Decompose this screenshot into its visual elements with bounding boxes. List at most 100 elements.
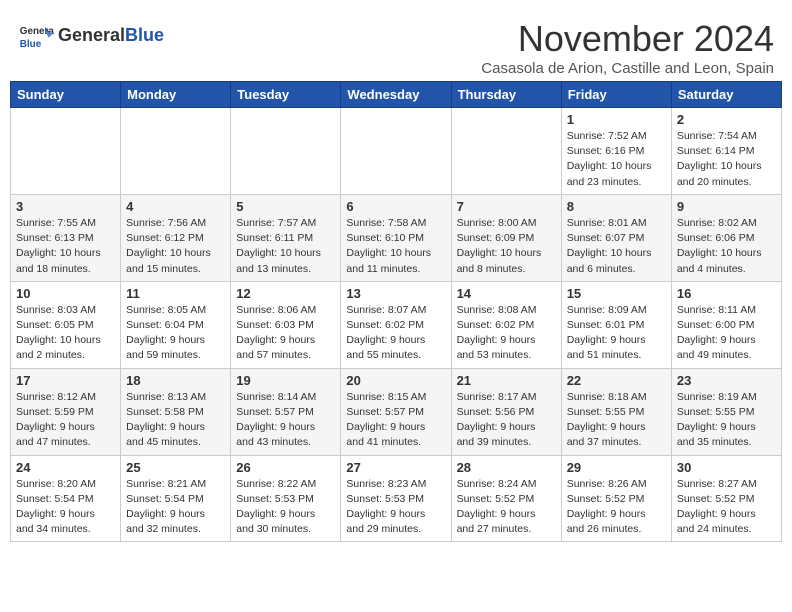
day-info: Sunrise: 8:00 AM Sunset: 6:09 PM Dayligh… — [457, 216, 556, 277]
calendar-cell: 10 Sunrise: 8:03 AM Sunset: 6:05 PM Dayli… — [11, 281, 121, 368]
column-header-thursday: Thursday — [451, 82, 561, 108]
column-header-sunday: Sunday — [11, 82, 121, 108]
day-info: Sunrise: 8:06 AM Sunset: 6:03 PM Dayligh… — [236, 303, 335, 364]
day-number: 6 — [346, 199, 445, 214]
day-number: 10 — [16, 286, 115, 301]
calendar-cell: 18 Sunrise: 8:13 AM Sunset: 5:58 PM Dayli… — [121, 368, 231, 455]
column-header-wednesday: Wednesday — [341, 82, 451, 108]
day-info: Sunrise: 8:19 AM Sunset: 5:55 PM Dayligh… — [677, 390, 776, 451]
calendar-cell: 12 Sunrise: 8:06 AM Sunset: 6:03 PM Dayli… — [231, 281, 341, 368]
calendar-cell: 25Sunrise: 8:21 AM Sunset: 5:54 PM Dayli… — [121, 455, 231, 542]
column-header-monday: Monday — [121, 82, 231, 108]
calendar-cell: 15Sunrise: 8:09 AM Sunset: 6:01 PM Dayli… — [561, 281, 671, 368]
day-number: 3 — [16, 199, 115, 214]
calendar-cell: 5Sunrise: 7:57 AM Sunset: 6:11 PM Daylig… — [231, 194, 341, 281]
calendar-cell: 13Sunrise: 8:07 AM Sunset: 6:02 PM Dayli… — [341, 281, 451, 368]
day-number: 12 — [236, 286, 335, 301]
calendar-cell: 2 Sunrise: 7:54 AM Sunset: 6:14 PM Daylig… — [671, 108, 781, 195]
location-title: Casasola de Arion, Castille and Leon, Sp… — [481, 60, 774, 77]
day-number: 5 — [236, 199, 335, 214]
week-row-2: 3 Sunrise: 7:55 AM Sunset: 6:13 PM Daylig… — [11, 194, 782, 281]
calendar-cell: 21 Sunrise: 8:17 AM Sunset: 5:56 PM Dayli… — [451, 368, 561, 455]
title-area: November 2024 Casasola de Arion, Castill… — [481, 18, 774, 77]
day-number: 24 — [16, 460, 115, 475]
calendar-header-row: SundayMondayTuesdayWednesdayThursdayFrid… — [11, 82, 782, 108]
calendar-cell: 20Sunrise: 8:15 AM Sunset: 5:57 PM Dayli… — [341, 368, 451, 455]
day-number: 2 — [677, 112, 776, 127]
svg-text:Blue: Blue — [20, 39, 42, 50]
calendar-cell: 24 Sunrise: 8:20 AM Sunset: 5:54 PM Dayli… — [11, 455, 121, 542]
month-title: November 2024 — [481, 18, 774, 60]
day-info: Sunrise: 8:13 AM Sunset: 5:58 PM Dayligh… — [126, 390, 225, 451]
day-number: 29 — [567, 460, 666, 475]
column-header-friday: Friday — [561, 82, 671, 108]
day-info: Sunrise: 8:03 AM Sunset: 6:05 PM Dayligh… — [16, 303, 115, 364]
day-number: 20 — [346, 373, 445, 388]
week-row-5: 24 Sunrise: 8:20 AM Sunset: 5:54 PM Dayli… — [11, 455, 782, 542]
day-info: Sunrise: 8:12 AM Sunset: 5:59 PM Dayligh… — [16, 390, 115, 451]
calendar-cell: 11 Sunrise: 8:05 AM Sunset: 6:04 PM Dayli… — [121, 281, 231, 368]
calendar-cell: 19 Sunrise: 8:14 AM Sunset: 5:57 PM Dayli… — [231, 368, 341, 455]
calendar-cell — [341, 108, 451, 195]
logo-blue-text: Blue — [125, 25, 164, 45]
day-info: Sunrise: 8:05 AM Sunset: 6:04 PM Dayligh… — [126, 303, 225, 364]
day-info: Sunrise: 8:17 AM Sunset: 5:56 PM Dayligh… — [457, 390, 556, 451]
day-number: 11 — [126, 286, 225, 301]
calendar-cell: 29 Sunrise: 8:26 AM Sunset: 5:52 PM Dayli… — [561, 455, 671, 542]
calendar-cell: 3 Sunrise: 7:55 AM Sunset: 6:13 PM Daylig… — [11, 194, 121, 281]
day-info: Sunrise: 8:02 AM Sunset: 6:06 PM Dayligh… — [677, 216, 776, 277]
day-info: Sunrise: 8:20 AM Sunset: 5:54 PM Dayligh… — [16, 477, 115, 538]
column-header-tuesday: Tuesday — [231, 82, 341, 108]
day-number: 23 — [677, 373, 776, 388]
calendar-cell — [121, 108, 231, 195]
week-row-4: 17 Sunrise: 8:12 AM Sunset: 5:59 PM Dayli… — [11, 368, 782, 455]
calendar-cell — [231, 108, 341, 195]
day-number: 16 — [677, 286, 776, 301]
calendar-cell: 16Sunrise: 8:11 AM Sunset: 6:00 PM Dayli… — [671, 281, 781, 368]
logo-icon: General Blue — [18, 18, 54, 54]
day-info: Sunrise: 7:55 AM Sunset: 6:13 PM Dayligh… — [16, 216, 115, 277]
calendar-cell: 4 Sunrise: 7:56 AM Sunset: 6:12 PM Daylig… — [121, 194, 231, 281]
calendar-table: SundayMondayTuesdayWednesdayThursdayFrid… — [10, 81, 782, 542]
calendar-cell: 1 Sunrise: 7:52 AM Sunset: 6:16 PM Daylig… — [561, 108, 671, 195]
day-number: 1 — [567, 112, 666, 127]
day-info: Sunrise: 7:54 AM Sunset: 6:14 PM Dayligh… — [677, 129, 776, 190]
day-number: 4 — [126, 199, 225, 214]
calendar-cell — [11, 108, 121, 195]
day-number: 18 — [126, 373, 225, 388]
logo-general-text: General — [58, 25, 125, 45]
day-info: Sunrise: 7:58 AM Sunset: 6:10 PM Dayligh… — [346, 216, 445, 277]
day-info: Sunrise: 8:26 AM Sunset: 5:52 PM Dayligh… — [567, 477, 666, 538]
logo: General Blue GeneralBlue — [18, 18, 164, 54]
column-header-saturday: Saturday — [671, 82, 781, 108]
calendar-cell: 8Sunrise: 8:01 AM Sunset: 6:07 PM Daylig… — [561, 194, 671, 281]
day-number: 30 — [677, 460, 776, 475]
calendar-cell: 17 Sunrise: 8:12 AM Sunset: 5:59 PM Dayli… — [11, 368, 121, 455]
day-info: Sunrise: 7:52 AM Sunset: 6:16 PM Dayligh… — [567, 129, 666, 190]
day-info: Sunrise: 8:27 AM Sunset: 5:52 PM Dayligh… — [677, 477, 776, 538]
day-number: 21 — [457, 373, 556, 388]
day-number: 27 — [346, 460, 445, 475]
day-info: Sunrise: 8:18 AM Sunset: 5:55 PM Dayligh… — [567, 390, 666, 451]
day-info: Sunrise: 8:21 AM Sunset: 5:54 PM Dayligh… — [126, 477, 225, 538]
calendar-cell: 22Sunrise: 8:18 AM Sunset: 5:55 PM Dayli… — [561, 368, 671, 455]
week-row-1: 1 Sunrise: 7:52 AM Sunset: 6:16 PM Daylig… — [11, 108, 782, 195]
day-number: 7 — [457, 199, 556, 214]
day-number: 9 — [677, 199, 776, 214]
day-number: 26 — [236, 460, 335, 475]
header: General Blue GeneralBlue November 2024 C… — [10, 10, 782, 77]
day-number: 13 — [346, 286, 445, 301]
calendar-cell: 9 Sunrise: 8:02 AM Sunset: 6:06 PM Daylig… — [671, 194, 781, 281]
calendar-cell: 6 Sunrise: 7:58 AM Sunset: 6:10 PM Daylig… — [341, 194, 451, 281]
day-info: Sunrise: 8:14 AM Sunset: 5:57 PM Dayligh… — [236, 390, 335, 451]
calendar-cell: 14Sunrise: 8:08 AM Sunset: 6:02 PM Dayli… — [451, 281, 561, 368]
day-number: 8 — [567, 199, 666, 214]
calendar-cell: 26Sunrise: 8:22 AM Sunset: 5:53 PM Dayli… — [231, 455, 341, 542]
day-info: Sunrise: 8:08 AM Sunset: 6:02 PM Dayligh… — [457, 303, 556, 364]
day-number: 19 — [236, 373, 335, 388]
day-info: Sunrise: 7:56 AM Sunset: 6:12 PM Dayligh… — [126, 216, 225, 277]
day-number: 17 — [16, 373, 115, 388]
day-number: 15 — [567, 286, 666, 301]
calendar-cell — [451, 108, 561, 195]
calendar-cell: 7 Sunrise: 8:00 AM Sunset: 6:09 PM Daylig… — [451, 194, 561, 281]
